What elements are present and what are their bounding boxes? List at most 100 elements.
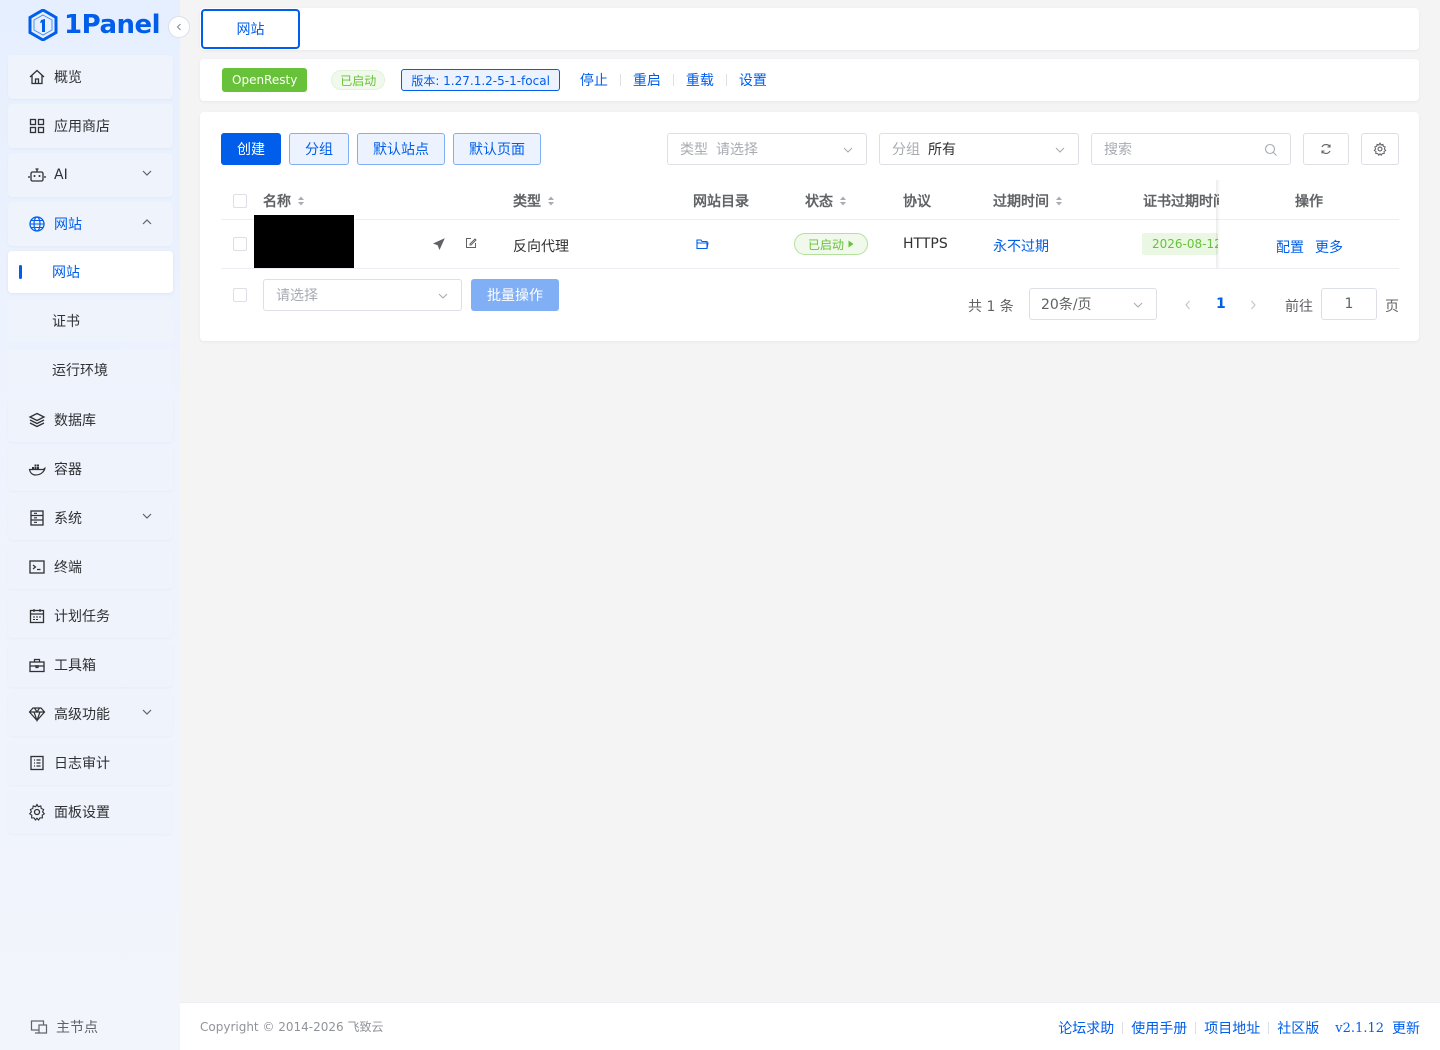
restart-link[interactable]: 重启 [621, 70, 673, 90]
sidebar-item-website[interactable]: 网站 [8, 202, 173, 246]
sidebar-item-log-audit[interactable]: 日志审计 [8, 741, 173, 785]
collapse-sidebar-button[interactable] [168, 16, 190, 38]
sidebar-item-overview[interactable]: 概览 [8, 55, 173, 99]
chevron-down-icon [843, 147, 853, 153]
prev-page-icon[interactable] [1184, 300, 1192, 310]
search-input[interactable]: 搜索 [1091, 133, 1291, 165]
batch-select-checkbox[interactable] [233, 288, 247, 302]
footer-links: 论坛求助 使用手册 项目地址 社区版 v2.1.12 更新 [1050, 1018, 1420, 1038]
batch-operation-button[interactable]: 批量操作 [471, 279, 559, 311]
column-label: 状态 [805, 194, 833, 210]
edition-link[interactable]: 社区版 [1269, 1018, 1327, 1038]
sidebar: 1Panel 概览 应用商店 AI 网站 网站 证书 运行环境 数据库 容器 系… [0, 0, 190, 1050]
refresh-icon [1321, 144, 1331, 154]
row-expire-link[interactable]: 永不过期 [993, 236, 1049, 256]
sidebar-item-toolbox[interactable]: 工具箱 [8, 643, 173, 687]
column-header-status[interactable]: 状态 [805, 191, 847, 211]
column-label: 名称 [263, 194, 291, 210]
sidebar-item-ai[interactable]: AI [8, 153, 173, 197]
sidebar-item-label: 网站 [54, 217, 82, 233]
logo-icon [28, 9, 58, 41]
sidebar-item-container[interactable]: 容器 [8, 447, 173, 491]
sidebar-item-advanced[interactable]: 高级功能 [8, 692, 173, 736]
column-label: 过期时间 [993, 194, 1049, 210]
tab-website[interactable]: 网站 [201, 9, 300, 49]
sidebar-item-cronjob[interactable]: 计划任务 [8, 594, 173, 638]
sidebar-item-label: 高级功能 [54, 707, 110, 723]
row-status-badge[interactable]: 已启动 [794, 233, 868, 255]
version-tag: 版本: 1.27.1.2-5-1-focal [401, 69, 560, 91]
app-status-tag: 已启动 [331, 70, 386, 90]
column-header-type[interactable]: 类型 [513, 191, 555, 211]
select-all-checkbox[interactable] [233, 194, 247, 208]
table-settings-button[interactable] [1361, 133, 1399, 165]
folder-icon[interactable] [696, 238, 709, 250]
chevron-down-icon [142, 513, 152, 519]
sidebar-item-label: 数据库 [54, 413, 96, 429]
type-filter-placeholder: 请选择 [716, 142, 758, 158]
project-link[interactable]: 项目地址 [1196, 1018, 1268, 1038]
refresh-button[interactable] [1303, 133, 1349, 165]
fixed-column-shadow [1216, 180, 1220, 268]
stop-link[interactable]: 停止 [568, 70, 620, 90]
sidebar-subitem-label: 运行环境 [52, 363, 108, 379]
page-suffix: 页 [1385, 299, 1399, 315]
manual-link[interactable]: 使用手册 [1123, 1018, 1195, 1038]
copyright: Copyright © 2014-2026 飞致云 [200, 1020, 384, 1034]
sidebar-item-settings[interactable]: 面板设置 [8, 790, 173, 834]
forum-link[interactable]: 论坛求助 [1050, 1018, 1122, 1038]
batch-action-select[interactable]: 请选择 [263, 279, 462, 311]
gear-icon [28, 803, 46, 821]
create-button[interactable]: 创建 [221, 133, 281, 165]
group-button[interactable]: 分组 [289, 133, 349, 165]
next-page-icon[interactable] [1249, 300, 1257, 310]
log-icon [30, 755, 44, 771]
logo-text: 1Panel [64, 10, 161, 40]
column-header-actions: 操作 [1295, 191, 1323, 211]
search-icon[interactable] [1264, 143, 1278, 157]
goto-page-input[interactable]: 1 [1321, 288, 1377, 320]
type-filter-select[interactable]: 类型 请选择 [667, 133, 867, 165]
sidebar-item-system[interactable]: 系统 [8, 496, 173, 540]
chevron-down-icon [142, 170, 152, 176]
sidebar-item-database[interactable]: 数据库 [8, 398, 173, 442]
default-site-button[interactable]: 默认站点 [357, 133, 445, 165]
reload-link[interactable]: 重载 [674, 70, 726, 90]
sidebar-subitem-website[interactable]: 网站 [8, 251, 173, 293]
update-link[interactable]: 更新 [1392, 1018, 1420, 1038]
column-label: 类型 [513, 194, 541, 210]
default-page-button[interactable]: 默认页面 [453, 133, 541, 165]
send-icon[interactable] [433, 238, 445, 250]
search-placeholder: 搜索 [1104, 142, 1132, 158]
app-name-tag: OpenResty [222, 68, 308, 92]
group-filter-select[interactable]: 分组 所有 [879, 133, 1079, 165]
sidebar-item-terminal[interactable]: 终端 [8, 545, 173, 589]
row-type: 反向代理 [513, 239, 569, 255]
sidebar-item-label: 日志审计 [54, 756, 110, 772]
chevron-down-icon [438, 293, 448, 299]
node-label: 主节点 [56, 1020, 98, 1036]
column-header-expire[interactable]: 过期时间 [993, 191, 1063, 211]
sidebar-item-label: 计划任务 [54, 609, 110, 625]
row-protocol: HTTPS [903, 236, 948, 252]
sidebar-subitem-certificate[interactable]: 证书 [8, 300, 173, 342]
settings-link[interactable]: 设置 [727, 70, 779, 90]
layers-icon [28, 412, 46, 428]
edit-icon[interactable] [465, 237, 477, 249]
tab-bar: 网站 [200, 8, 1419, 50]
sort-icon [1056, 196, 1062, 206]
column-header-name[interactable]: 名称 [263, 191, 305, 211]
sidebar-item-label: AI [54, 167, 68, 183]
group-filter-value: 所有 [928, 142, 956, 158]
configure-link[interactable]: 配置 [1276, 237, 1304, 257]
node-switcher[interactable]: 主节点 [30, 1017, 98, 1037]
current-page[interactable]: 1 [1216, 296, 1226, 312]
sidebar-item-appstore[interactable]: 应用商店 [8, 104, 173, 148]
row-checkbox[interactable] [233, 237, 247, 251]
sidebar-subitem-runtime[interactable]: 运行环境 [8, 349, 173, 391]
toolbox-icon [29, 658, 45, 673]
goto-label: 前往 [1285, 299, 1313, 315]
more-link[interactable]: 更多 [1315, 237, 1343, 257]
page-size-select[interactable]: 20条/页 [1029, 288, 1157, 320]
logo[interactable]: 1Panel [28, 8, 161, 42]
